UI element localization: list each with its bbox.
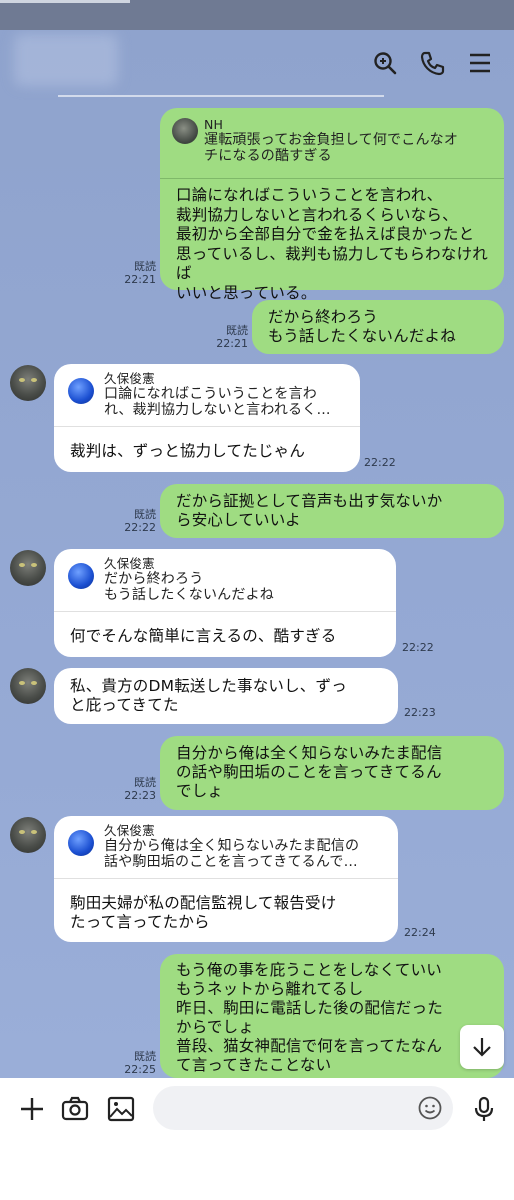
message-time: 22:22: [402, 641, 434, 654]
message-text: だから証拠として音声も出す気ないか ら安心していいよ: [176, 492, 443, 529]
read-receipt: 既読: [134, 260, 156, 273]
arrow-down-icon: [473, 1038, 491, 1057]
message-text: 私、貴方のDM転送した事ないし、ずっ と庇ってきてた: [70, 677, 347, 714]
message-meta: 既読 22:21: [118, 260, 156, 286]
message-bubble[interactable]: もう俺の事を庇うことをしなくていい もうネットから離れてるし 昨日、駒田に電話し…: [160, 954, 504, 1078]
reply-avatar: [68, 378, 94, 404]
sender-avatar[interactable]: [10, 365, 46, 401]
reply-text: 口論になればこういうことを言わ れ、裁判協力しないと言われるく…: [104, 386, 331, 418]
reply-divider: [160, 178, 504, 179]
message-text: もう俺の事を庇うことをしなくていい もうネットから離れてるし 昨日、駒田に電話し…: [176, 961, 443, 1074]
reply-quote[interactable]: 久保俊憲 口論になればこういうことを言わ れ、裁判協力しないと言われるく…: [54, 364, 360, 424]
reply-sender-name: 久保俊憲: [104, 371, 155, 386]
message-bubble[interactable]: 自分から俺は全く知らないみたま配信 の話や駒田垢のことを言ってきてるん でしょ: [160, 736, 504, 810]
message-text: 自分から俺は全く知らないみたま配信 の話や駒田垢のことを言ってきてるん でしょ: [176, 744, 443, 800]
reply-text: だから終わろう もう話したくないんだよね: [104, 571, 274, 603]
status-bar-segment: [0, 0, 130, 3]
reply-text: 自分から俺は全く知らないみたま配信の 話や駒田垢のことを言ってきてるんで…: [104, 838, 360, 870]
message-meta: 既読 22:23: [118, 776, 156, 802]
chat-area[interactable]: NH 運転頑張ってお金負担して何でこんなオ チになるの酷すぎる 口論になればこう…: [0, 30, 514, 1078]
message-text: 駒田夫婦が私の配信監視して報告受け たって言ってたから: [70, 894, 337, 931]
message-bubble[interactable]: だから証拠として音声も出す気ないか ら安心していいよ: [160, 484, 504, 538]
read-receipt: 既読: [226, 324, 248, 337]
message-meta: 既読 22:25: [118, 1050, 156, 1076]
plus-icon[interactable]: [18, 1095, 46, 1123]
reply-divider: [54, 878, 398, 879]
message-time: 22:25: [124, 1063, 156, 1076]
message-bubble[interactable]: NH 運転頑張ってお金負担して何でこんなオ チになるの酷すぎる 口論になればこう…: [160, 108, 504, 302]
message-time: 22:22: [124, 521, 156, 534]
chat-title-blurred: [14, 34, 118, 86]
chat-header: [0, 30, 514, 100]
image-icon[interactable]: [107, 1095, 135, 1123]
message-time: 22:23: [404, 706, 436, 719]
reply-avatar: [68, 830, 94, 856]
message-time: 22:21: [124, 273, 156, 286]
sender-avatar[interactable]: [10, 550, 46, 586]
message-time: 22:21: [216, 337, 248, 350]
emoji-icon[interactable]: [418, 1096, 442, 1120]
message-meta: 既読 22:21: [210, 324, 248, 350]
reply-sender-name: 久保俊憲: [104, 823, 155, 838]
message-text: 裁判は、ずっと協力してたじゃん: [70, 442, 306, 460]
search-icon[interactable]: [372, 50, 398, 76]
reply-quote[interactable]: 久保俊憲 だから終わろう もう話したくないんだよね: [54, 549, 396, 609]
message-text: だから終わろう もう話したくないんだよね: [268, 308, 456, 345]
reply-divider: [54, 611, 396, 612]
message-meta: 既読 22:22: [118, 508, 156, 534]
message-bubble[interactable]: だから終わろう もう話したくないんだよね: [252, 300, 504, 354]
message-bubble[interactable]: 久保俊憲 口論になればこういうことを言わ れ、裁判協力しないと言われるく… 裁判…: [54, 364, 360, 472]
message-text: 何でそんな簡単に言えるの、酷すぎる: [70, 627, 337, 645]
status-bar: [0, 0, 514, 30]
message-bubble[interactable]: 私、貴方のDM転送した事ないし、ずっ と庇ってきてた: [54, 668, 398, 724]
reply-quote[interactable]: NH 運転頑張ってお金負担して何でこんなオ チになるの酷すぎる: [160, 108, 504, 178]
reply-text: 運転頑張ってお金負担して何でこんなオ チになるの酷すぎる: [204, 132, 459, 164]
input-bar: [0, 1078, 514, 1140]
read-receipt: 既読: [134, 508, 156, 521]
message-input[interactable]: [153, 1086, 453, 1130]
scroll-to-bottom-button[interactable]: [460, 1025, 504, 1069]
phone-icon[interactable]: [419, 50, 445, 76]
sender-avatar[interactable]: [10, 817, 46, 853]
message-bubble[interactable]: 久保俊憲 自分から俺は全く知らないみたま配信の 話や駒田垢のことを言ってきてるん…: [54, 816, 398, 942]
message-text: 口論になればこういうことを言われ、 裁判協力しないと言われるくらいなら、 最初か…: [176, 186, 488, 302]
message-time: 22:24: [404, 926, 436, 939]
read-receipt: 既読: [134, 1050, 156, 1063]
mic-icon[interactable]: [470, 1095, 498, 1123]
camera-icon[interactable]: [61, 1095, 89, 1123]
message-bubble[interactable]: 久保俊憲 だから終わろう もう話したくないんだよね 何でそんな簡単に言えるの、酷…: [54, 549, 396, 657]
menu-icon[interactable]: [467, 50, 493, 76]
read-receipt: 既読: [134, 776, 156, 789]
top-divider: [58, 95, 384, 97]
message-time: 22:23: [124, 789, 156, 802]
reply-avatar: [68, 563, 94, 589]
message-time: 22:22: [364, 456, 396, 469]
sender-avatar[interactable]: [10, 668, 46, 704]
reply-quote[interactable]: 久保俊憲 自分から俺は全く知らないみたま配信の 話や駒田垢のことを言ってきてるん…: [54, 816, 398, 876]
reply-avatar: [172, 118, 198, 144]
reply-sender-name: 久保俊憲: [104, 556, 155, 571]
reply-divider: [54, 426, 360, 427]
reply-sender-name: NH: [204, 117, 224, 132]
